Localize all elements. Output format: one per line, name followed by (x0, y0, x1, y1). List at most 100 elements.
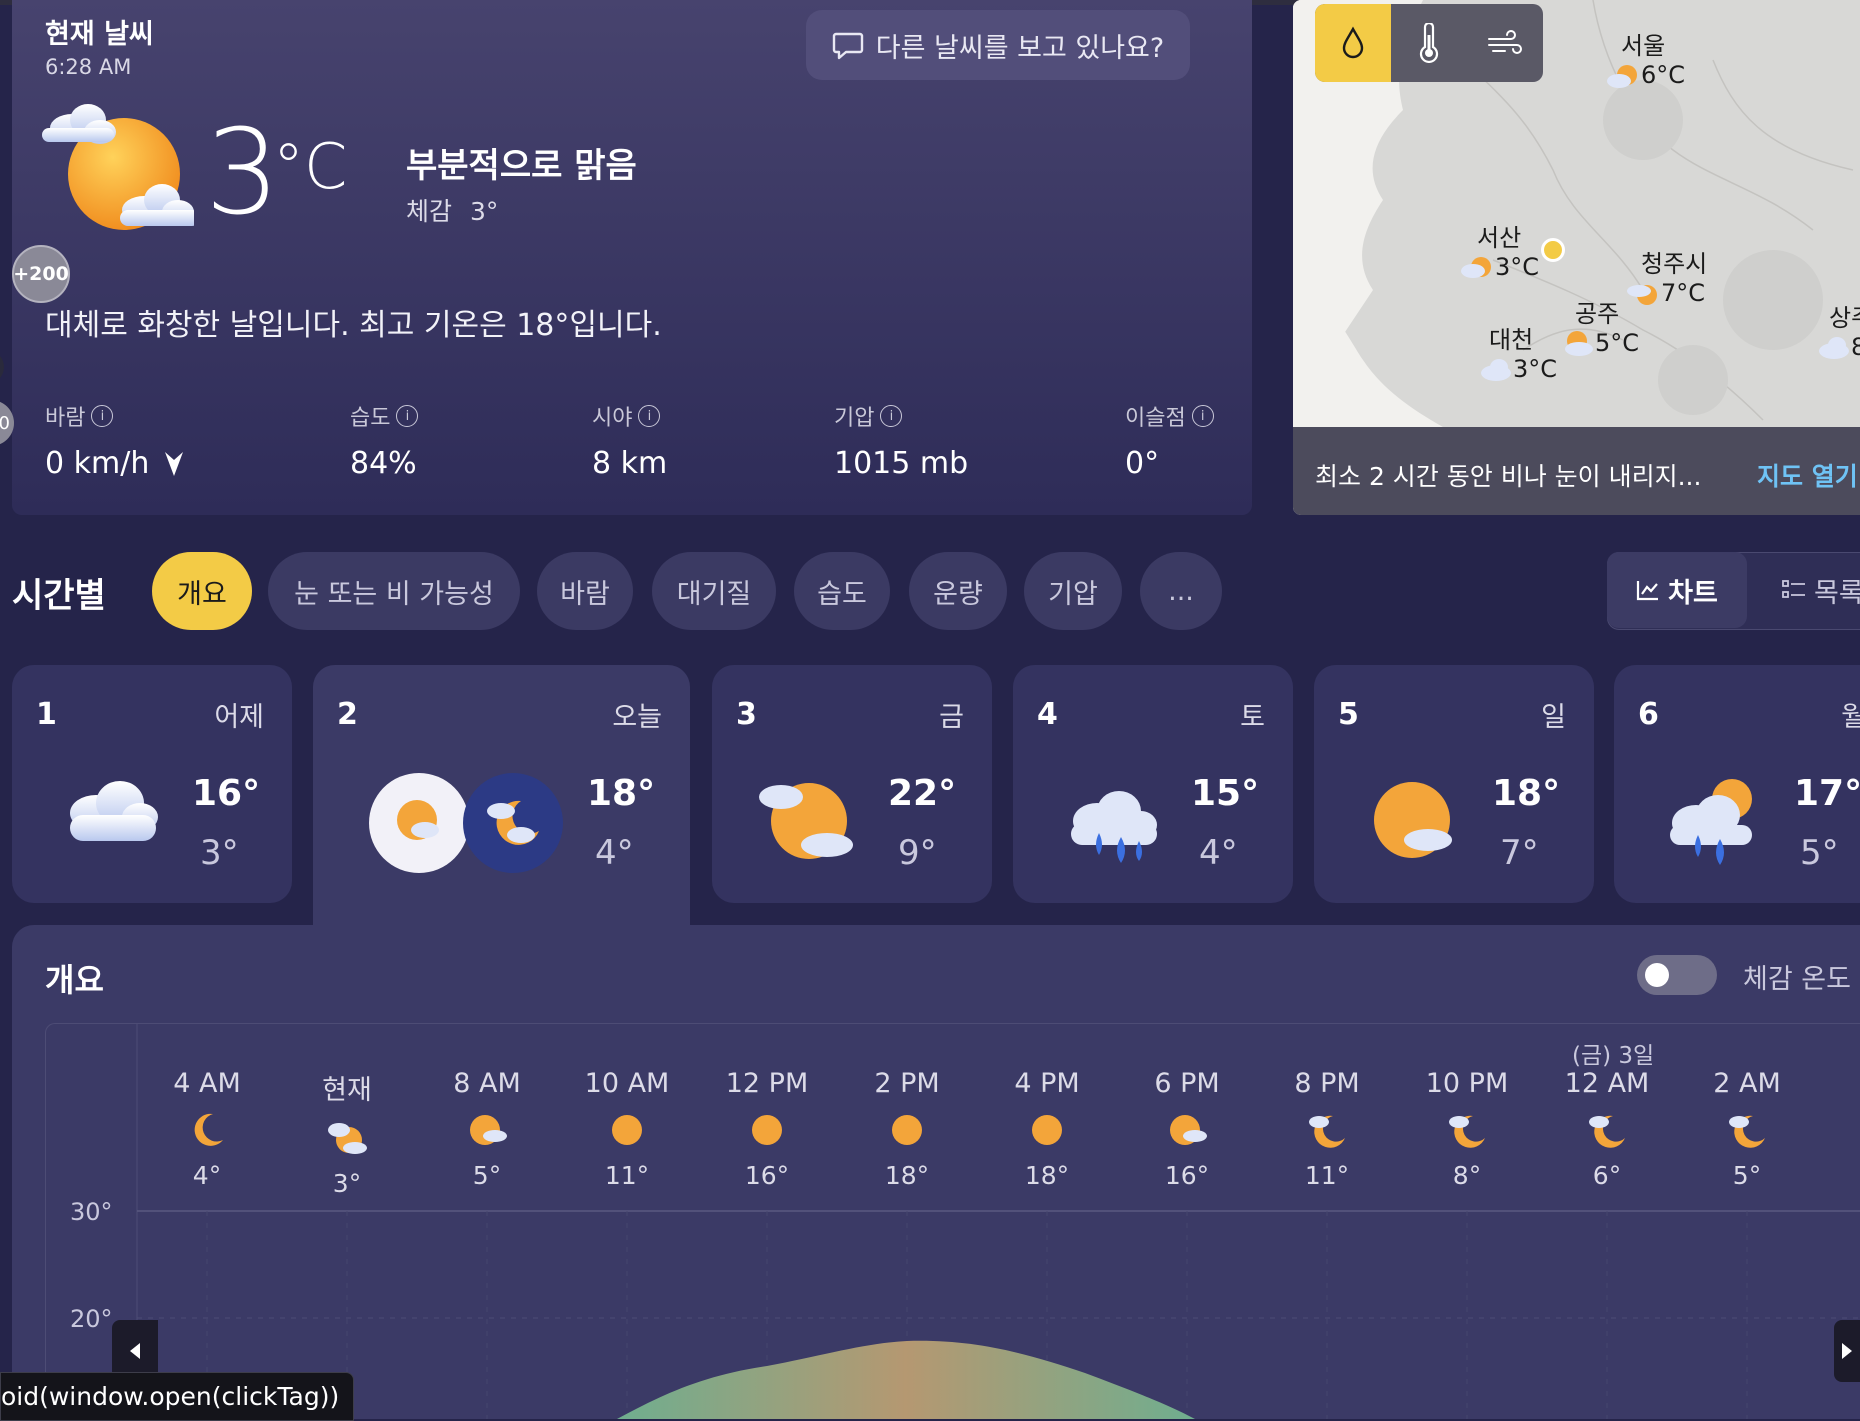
temperature-area (617, 1340, 1195, 1419)
info-icon[interactable]: i (638, 405, 661, 427)
day-name: 토 (1240, 702, 1265, 733)
hour-temp: 6° (1592, 1161, 1622, 1190)
map-layer-temperature[interactable] (1391, 4, 1467, 82)
hour-column: 현재 3° (287, 1068, 407, 1198)
partly-sunny-icon (759, 783, 853, 859)
metric-value: 1015 mb (834, 446, 969, 481)
day-card[interactable]: 6 월 17° 5° (1614, 665, 1860, 903)
moon-cloud-icon (1547, 1109, 1667, 1151)
hour-time: 10 AM (584, 1068, 670, 1099)
tab-wind[interactable]: 바람 (537, 552, 633, 630)
city-name: 서울 (1621, 32, 1666, 60)
day-low: 5° (1800, 833, 1839, 873)
city-temp: 8° (1851, 333, 1860, 361)
hour-time: 현재 (322, 1075, 372, 1106)
metric-value: 8 km (592, 446, 668, 481)
open-map-link[interactable]: 지도 열기 (1757, 457, 1858, 493)
edge-control[interactable] (0, 350, 4, 384)
current-weather-title: 현재 날씨 (45, 19, 154, 50)
day-name: 월 (1841, 702, 1860, 733)
sun-icon (987, 1109, 1107, 1151)
metric-label: 습도 (350, 406, 391, 431)
metric-value: 0° (1125, 446, 1160, 481)
partly-cloudy-icon (1565, 331, 1593, 356)
hour-temp: 16° (744, 1161, 790, 1190)
hour-column: 2 AM 5° (1687, 1068, 1807, 1190)
day-card[interactable]: 1 어제 16° 3° (12, 665, 292, 903)
map-layer-wind[interactable] (1467, 4, 1543, 82)
day-card[interactable]: 5 일 18° 7° (1314, 665, 1594, 903)
day-name: 오늘 (612, 702, 662, 733)
hour-time: 12 PM (725, 1068, 809, 1099)
day-name: 금 (939, 702, 964, 733)
day-high: 22° (888, 773, 957, 814)
hour-column: 10 PM 8° (1407, 1068, 1527, 1190)
tab-cloud-cover[interactable]: 운량 (909, 552, 1007, 630)
map-city-sangju[interactable]: 상주 8° (1817, 298, 1860, 361)
info-icon[interactable]: i (396, 405, 419, 427)
notification-badge[interactable]: +200 (12, 245, 70, 303)
hour-time: 8 AM (453, 1068, 521, 1099)
hour-temp: 4° (192, 1161, 222, 1190)
hour-column: 4 PM 18° (987, 1068, 1107, 1190)
day-low: 3° (200, 833, 239, 873)
toggle-knob (1645, 963, 1669, 987)
info-icon[interactable]: i (1191, 405, 1214, 427)
day-low: 4° (595, 833, 634, 873)
map-city-daecheon[interactable]: 대천 3°C (1479, 320, 1557, 383)
sun-icon (847, 1109, 967, 1151)
map-city-cheongju[interactable]: 청주시 7°C (1627, 244, 1707, 307)
list-view-label: 목록 (1814, 577, 1860, 609)
y-axis-label: 20° (70, 1305, 113, 1333)
tab-more[interactable]: ... (1140, 552, 1222, 630)
day-low: 7° (1500, 833, 1539, 873)
tab-precipitation[interactable]: 눈 또는 비 가능성 (268, 552, 520, 630)
temperature-unit-toggle[interactable]: °C (273, 130, 347, 203)
hour-temp: 5° (1732, 1161, 1762, 1190)
metric-value: 0 km/h (45, 446, 150, 481)
map-layer-precipitation[interactable] (1315, 4, 1391, 82)
metric-visibility: 시야 i 8 km (592, 400, 667, 481)
hour-time: 4 PM (1014, 1068, 1080, 1099)
city-name: 상주 (1829, 304, 1860, 332)
map-city-gongju[interactable]: 공주 5°C (1561, 294, 1639, 357)
chart-view-button[interactable]: 차트 (1607, 552, 1747, 628)
precipitation-icon (1342, 26, 1364, 59)
overview-title: 개요 (45, 961, 104, 999)
city-name: 공주 (1575, 300, 1620, 328)
hour-temp: 8° (1452, 1161, 1482, 1190)
moon-cloud-icon (487, 800, 539, 845)
tab-humidity[interactable]: 습도 (794, 552, 890, 630)
list-view-button[interactable]: 목록 (1782, 552, 1860, 628)
info-icon[interactable]: i (880, 405, 903, 427)
current-temperature: 3 (205, 103, 280, 241)
hour-temp: 5° (472, 1161, 502, 1190)
weather-map[interactable]: 서울 6°C 서산 3°C 청주시 7°C 공주 5°C 대천 3°C 상주 8… (1293, 0, 1860, 515)
map-city-seoul[interactable]: 서울 6°C (1607, 26, 1685, 89)
tab-overview[interactable]: 개요 (152, 552, 252, 630)
sun-cloud-icon (1127, 1109, 1247, 1151)
map-city-seosan[interactable]: 서산 3°C (1461, 218, 1539, 281)
day-low: 9° (898, 833, 937, 873)
feedback-button[interactable]: 다른 날씨를 보고 있나요? (806, 10, 1190, 80)
moon-icon (147, 1109, 267, 1151)
chart-scroll-right-button[interactable] (1834, 1320, 1860, 1382)
city-temp: 5°C (1595, 329, 1640, 357)
moon-cloud-sun-icon (287, 1117, 407, 1159)
feels-like-toggle[interactable] (1637, 955, 1717, 995)
status-bar-url: oid(window.open(clickTag)) (0, 1372, 355, 1421)
hour-column: 2 PM 18° (847, 1068, 967, 1190)
sun-icon (707, 1109, 827, 1151)
day-card-selected[interactable]: 2 오늘 18° 4° (313, 665, 690, 925)
chevron-right-icon (1842, 1343, 1852, 1359)
tab-air-quality[interactable]: 대기질 (652, 552, 776, 630)
moon-cloud-icon (1461, 257, 1491, 278)
day-low: 4° (1199, 833, 1238, 873)
info-icon[interactable]: i (91, 405, 114, 427)
day-card[interactable]: 4 토 15° 4° (1013, 665, 1293, 903)
hour-temp: 16° (1164, 1161, 1210, 1190)
day-card[interactable]: 3 금 22° 9° (712, 665, 992, 903)
wind-direction-arrow-icon (165, 451, 184, 476)
city-name: 대천 (1489, 326, 1534, 354)
tab-pressure[interactable]: 기압 (1024, 552, 1122, 630)
